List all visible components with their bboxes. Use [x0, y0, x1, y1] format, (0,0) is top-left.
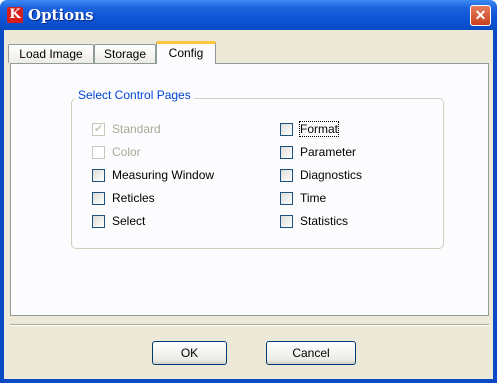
- checkbox-box: [280, 215, 293, 228]
- checkbox-label: Standard: [112, 122, 161, 136]
- checkbox-label: Measuring Window: [112, 168, 215, 182]
- checkbox-label: Statistics: [300, 214, 349, 228]
- group-title: Select Control Pages: [75, 88, 194, 102]
- checkbox-label: Time: [300, 191, 327, 205]
- window-frame: Load Image Storage Config Select Control…: [0, 30, 497, 383]
- config-tab-panel: Select Control Pages ✔ Standard Color Me…: [10, 63, 489, 316]
- checkbox-label: Diagnostics: [300, 168, 363, 182]
- checkbox-box: [280, 146, 293, 159]
- checkmark-icon: ✔: [94, 123, 104, 135]
- checkbox-label: Reticles: [112, 191, 155, 205]
- checkbox-label: Parameter: [300, 145, 357, 159]
- checkbox-label: Select: [112, 214, 146, 228]
- tab-config[interactable]: Config: [156, 41, 216, 64]
- checkbox-box: [92, 215, 105, 228]
- tab-load-image[interactable]: Load Image: [8, 44, 94, 63]
- separator: [10, 324, 489, 326]
- checkbox-box: [280, 192, 293, 205]
- checkbox-box: [280, 123, 293, 136]
- title-bar[interactable]: K Options ✕: [0, 0, 497, 30]
- checkbox-box: ✔: [92, 123, 105, 136]
- checkbox-box: [92, 192, 105, 205]
- checkbox-label: Format: [298, 121, 340, 137]
- checkbox-box: [92, 146, 105, 159]
- close-icon: ✕: [474, 7, 487, 23]
- cancel-button[interactable]: Cancel: [266, 341, 356, 365]
- close-button[interactable]: ✕: [470, 5, 491, 26]
- tab-storage[interactable]: Storage: [94, 44, 156, 63]
- window-title: Options: [28, 6, 94, 24]
- app-icon: K: [7, 7, 23, 23]
- checkbox-box: [92, 169, 105, 182]
- dialog-client-area: Load Image Storage Config Select Control…: [4, 30, 493, 379]
- checkbox-label: Color: [112, 145, 141, 159]
- checkbox-box: [280, 169, 293, 182]
- ok-button[interactable]: OK: [152, 341, 227, 365]
